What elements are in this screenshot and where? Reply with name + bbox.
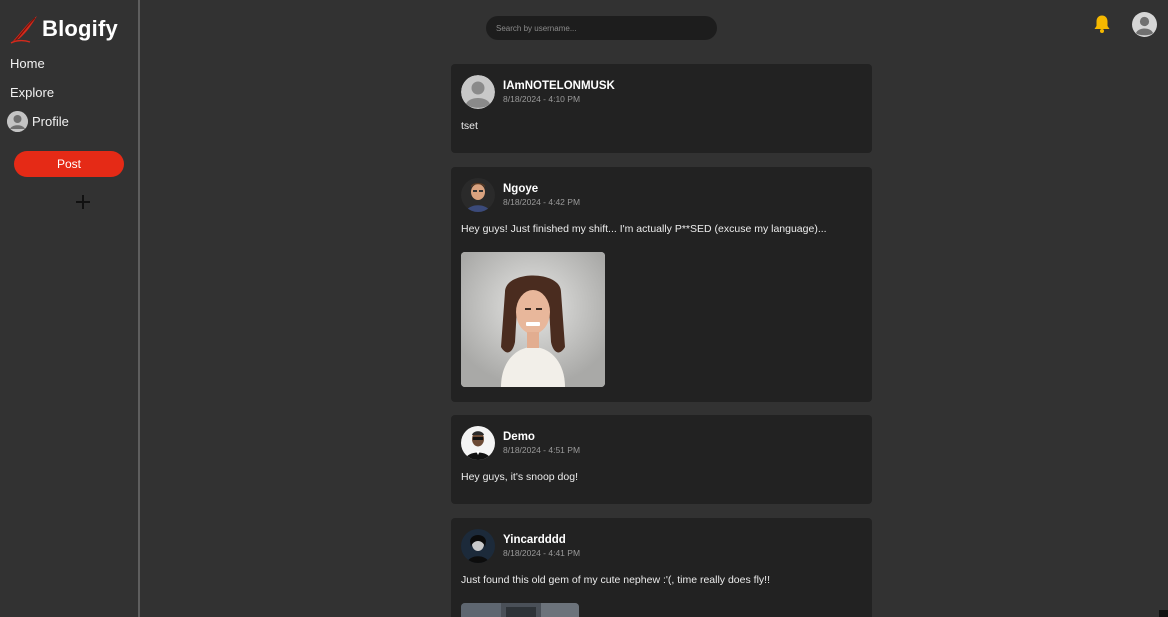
plus-icon[interactable] <box>75 194 91 210</box>
resize-handle[interactable] <box>1159 610 1168 617</box>
post-content: Just found this old gem of my cute nephe… <box>461 574 770 586</box>
post-card: IAmNOTELONMUSK 8/18/2024 - 4:10 PM tset <box>451 64 872 153</box>
user-photo-avatar[interactable] <box>461 178 495 212</box>
post-card: Yincardddd 8/18/2024 - 4:41 PM Just foun… <box>451 518 872 617</box>
post-username[interactable]: Ngoye <box>503 183 538 195</box>
post-card: Ngoye 8/18/2024 - 4:42 PM Hey guys! Just… <box>451 167 872 402</box>
default-avatar-icon[interactable] <box>461 75 495 109</box>
nav-profile-label: Profile <box>32 114 69 129</box>
user-photo-avatar[interactable] <box>461 529 495 563</box>
post-content: tset <box>461 120 478 132</box>
post-username[interactable]: Demo <box>503 431 535 443</box>
avatar-icon <box>7 111 28 132</box>
search-input[interactable] <box>486 16 717 40</box>
nav-home-label: Home <box>10 56 45 71</box>
post-timestamp: 8/18/2024 - 4:10 PM <box>503 94 581 104</box>
user-avatar-icon[interactable] <box>1132 12 1157 37</box>
nav-explore[interactable]: Explore <box>10 85 54 100</box>
post-image[interactable] <box>461 252 605 387</box>
brand-name: Blogify <box>42 16 118 41</box>
post-content: Hey guys! Just finished my shift... I'm … <box>461 223 827 235</box>
post-timestamp: 8/18/2024 - 4:42 PM <box>503 197 581 207</box>
quill-icon <box>10 16 37 44</box>
post-timestamp: 8/18/2024 - 4:41 PM <box>503 548 581 558</box>
post-content: Hey guys, it's snoop dog! <box>461 471 578 483</box>
user-photo-avatar[interactable] <box>461 426 495 460</box>
nav-home[interactable]: Home <box>10 56 45 71</box>
post-username[interactable]: Yincardddd <box>503 534 566 546</box>
post-username[interactable]: IAmNOTELONMUSK <box>503 80 615 92</box>
brand-logo[interactable]: Blogify <box>10 14 118 44</box>
bell-icon[interactable] <box>1093 14 1111 34</box>
post-timestamp: 8/18/2024 - 4:51 PM <box>503 445 581 455</box>
post-button[interactable]: Post <box>14 151 124 177</box>
sidebar: Blogify Home Explore Profile Post <box>0 0 140 617</box>
nav-explore-label: Explore <box>10 85 55 100</box>
post-card: Demo 8/18/2024 - 4:51 PM Hey guys, it's … <box>451 415 872 504</box>
nav-profile[interactable]: Profile <box>7 111 69 132</box>
post-image[interactable] <box>461 603 579 617</box>
